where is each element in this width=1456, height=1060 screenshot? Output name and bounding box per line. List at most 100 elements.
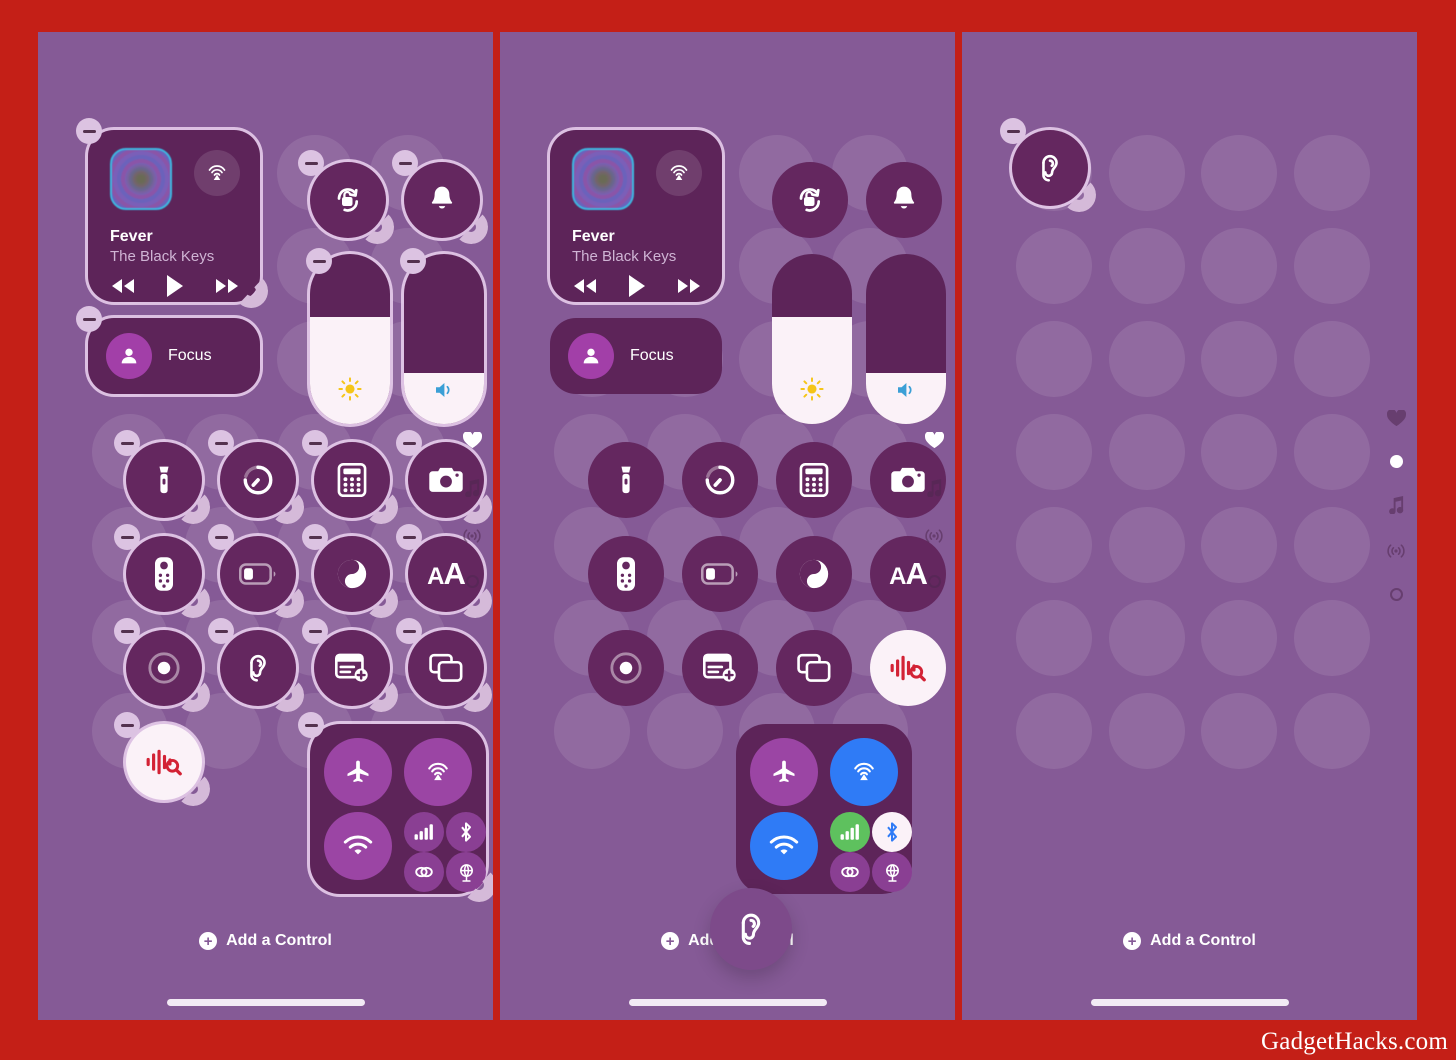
empty-slot[interactable]	[1293, 227, 1370, 304]
current-page-indicator[interactable]	[1389, 455, 1403, 468]
airdrop-button[interactable]	[830, 738, 898, 806]
empty-slot[interactable]	[1293, 413, 1370, 490]
remove-control-badge[interactable]	[306, 248, 332, 274]
connectivity-page-indicator[interactable]	[461, 527, 483, 545]
empty-slot[interactable]	[1293, 599, 1370, 676]
music-page-indicator[interactable]	[464, 479, 481, 497]
quick-note-button[interactable]	[302, 618, 390, 706]
connectivity-page-indicator[interactable]	[1385, 542, 1407, 560]
empty-slot[interactable]	[1016, 506, 1093, 583]
resize-handle[interactable]	[458, 678, 492, 712]
flashlight-button[interactable]	[114, 430, 202, 518]
remove-control-badge[interactable]	[302, 524, 328, 550]
empty-slot[interactable]	[1201, 692, 1278, 769]
screen-mirroring-button[interactable]	[396, 618, 484, 706]
wifi-button[interactable]	[750, 812, 818, 880]
empty-slot[interactable]	[1201, 227, 1278, 304]
remove-control-badge[interactable]	[302, 618, 328, 644]
remove-control-badge[interactable]	[392, 150, 418, 176]
now-playing-widget[interactable]: Fever The Black Keys	[76, 118, 260, 302]
volume-slider[interactable]	[404, 254, 484, 424]
empty-slot[interactable]	[1293, 320, 1370, 397]
airplay-button[interactable]	[194, 150, 240, 196]
remove-control-badge[interactable]	[76, 306, 102, 332]
resize-handle[interactable]	[454, 210, 488, 244]
ring-silent-button[interactable]	[392, 150, 480, 238]
vpn-button[interactable]	[446, 852, 486, 892]
dragging-hearing-control[interactable]	[710, 888, 792, 970]
rotation-lock-button[interactable]	[298, 150, 386, 238]
empty-slot[interactable]	[1016, 413, 1093, 490]
remove-control-badge[interactable]	[208, 430, 234, 456]
empty-slot[interactable]	[1108, 413, 1185, 490]
volume-slider[interactable]	[866, 254, 946, 424]
brightness-slider[interactable]	[310, 254, 390, 424]
favorites-page-indicator[interactable]	[1386, 410, 1406, 427]
dark-mode-button[interactable]	[302, 524, 390, 612]
apple-tv-remote-button[interactable]	[114, 524, 202, 612]
now-playing-widget[interactable]: Fever The Black Keys	[550, 130, 722, 302]
remove-control-badge[interactable]	[396, 430, 422, 456]
empty-slot[interactable]	[1016, 227, 1093, 304]
extra-page-indicator[interactable]	[1389, 588, 1403, 601]
bluetooth-button[interactable]	[872, 812, 912, 852]
rotation-lock-button[interactable]	[772, 162, 848, 238]
cellular-data-button[interactable]	[404, 812, 444, 852]
remove-control-badge[interactable]	[208, 524, 234, 550]
remove-control-badge[interactable]	[76, 118, 102, 144]
connectivity-page-indicator[interactable]	[923, 527, 945, 545]
airplane-mode-button[interactable]	[324, 738, 392, 806]
empty-slot[interactable]	[1201, 134, 1278, 211]
remove-control-badge[interactable]	[208, 618, 234, 644]
calculator-button[interactable]	[776, 442, 852, 518]
music-recognition-button[interactable]	[114, 712, 202, 800]
music-page-indicator[interactable]	[926, 479, 943, 497]
quick-note-button[interactable]	[682, 630, 758, 706]
empty-slot[interactable]	[1201, 599, 1278, 676]
remove-control-badge[interactable]	[1000, 118, 1026, 144]
timer-button[interactable]	[208, 430, 296, 518]
focus-widget[interactable]: Focus	[550, 318, 722, 394]
empty-slot[interactable]	[1108, 506, 1185, 583]
remove-control-badge[interactable]	[114, 430, 140, 456]
connectivity-module[interactable]	[298, 712, 486, 894]
remove-control-badge[interactable]	[114, 618, 140, 644]
empty-slot[interactable]	[1293, 506, 1370, 583]
empty-slot[interactable]	[1108, 320, 1185, 397]
music-recognition-button[interactable]	[870, 630, 946, 706]
screen-record-button[interactable]	[588, 630, 664, 706]
cellular-data-button[interactable]	[830, 812, 870, 852]
empty-slot[interactable]	[1108, 227, 1185, 304]
flashlight-button[interactable]	[588, 442, 664, 518]
calculator-button[interactable]	[302, 430, 390, 518]
remove-control-badge[interactable]	[298, 150, 324, 176]
remove-control-badge[interactable]	[298, 712, 324, 738]
empty-slot[interactable]	[1108, 599, 1185, 676]
wifi-button[interactable]	[324, 812, 392, 880]
apple-tv-remote-button[interactable]	[588, 536, 664, 612]
empty-slot[interactable]	[1201, 413, 1278, 490]
favorites-page-indicator[interactable]	[462, 432, 482, 449]
extra-page-indicator[interactable]	[927, 575, 941, 588]
extra-page-indicator[interactable]	[465, 575, 479, 588]
empty-slot[interactable]	[1108, 692, 1185, 769]
remove-control-badge[interactable]	[400, 248, 426, 274]
personal-hotspot-button[interactable]	[830, 852, 870, 892]
empty-slot[interactable]	[1201, 506, 1278, 583]
ring-silent-button[interactable]	[866, 162, 942, 238]
empty-slot[interactable]	[1108, 134, 1185, 211]
bluetooth-button[interactable]	[446, 812, 486, 852]
low-power-mode-button[interactable]	[682, 536, 758, 612]
brightness-slider[interactable]	[772, 254, 852, 424]
focus-widget[interactable]: Focus	[76, 306, 260, 394]
add-a-control-button[interactable]: + Add a Control	[962, 932, 1417, 950]
hearing-button[interactable]	[1000, 118, 1088, 206]
empty-slot[interactable]	[1293, 134, 1370, 211]
empty-slot[interactable]	[1201, 320, 1278, 397]
personal-hotspot-button[interactable]	[404, 852, 444, 892]
low-power-mode-button[interactable]	[208, 524, 296, 612]
remove-control-badge[interactable]	[114, 524, 140, 550]
empty-slot[interactable]	[1016, 692, 1093, 769]
airplane-mode-button[interactable]	[750, 738, 818, 806]
remove-control-badge[interactable]	[114, 712, 140, 738]
